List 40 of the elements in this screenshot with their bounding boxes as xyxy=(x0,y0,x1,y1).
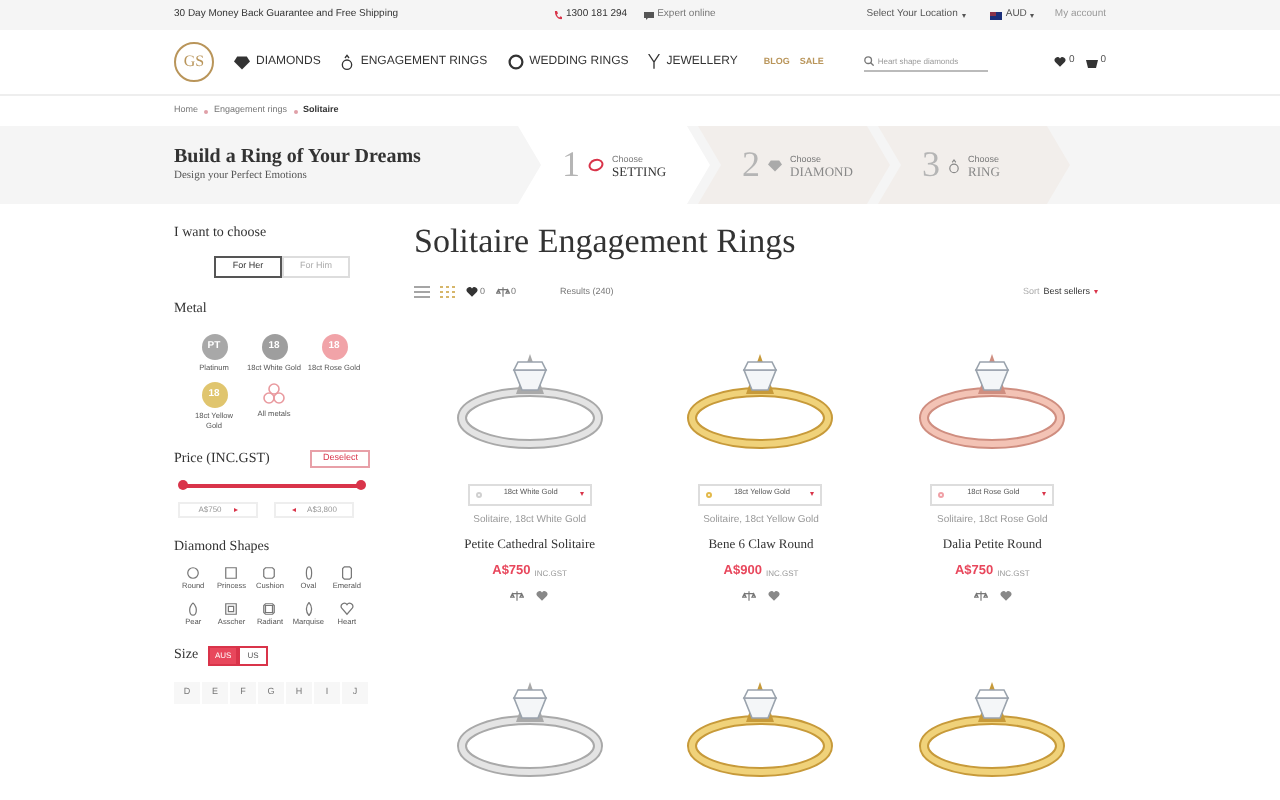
diamond-shape-icon xyxy=(339,566,354,580)
caret-icon xyxy=(1030,13,1035,17)
slider-handle[interactable] xyxy=(356,480,366,490)
diamond-shape-icon xyxy=(301,566,316,580)
flag-icon xyxy=(989,11,1002,19)
diamond-shape-icon xyxy=(186,566,201,580)
chat-icon xyxy=(643,11,654,19)
slider-handle[interactable] xyxy=(178,480,188,490)
basket-icon[interactable] xyxy=(1086,57,1099,67)
list-view-icon[interactable] xyxy=(414,286,430,299)
diamond-shape-icon xyxy=(262,601,277,616)
diamond-shape-icon xyxy=(224,566,239,580)
scale-icon[interactable] xyxy=(495,286,510,299)
ring-icon xyxy=(507,54,524,70)
diamond-shape-icon xyxy=(224,601,239,616)
price-slider[interactable] xyxy=(182,479,362,491)
scale-icon[interactable] xyxy=(973,589,988,602)
diamond-shape-icon xyxy=(301,601,316,616)
banner-title: Build a Ring of Your Dreams xyxy=(174,145,423,168)
ring-icon xyxy=(948,157,960,173)
step-number: 1 xyxy=(562,142,580,188)
diamond-shape-icon xyxy=(186,601,201,616)
ring-icon xyxy=(340,54,355,70)
diamond-shape-icon xyxy=(262,566,277,580)
search-icon xyxy=(863,56,874,66)
caret-icon xyxy=(1094,290,1098,295)
diamond-icon xyxy=(234,55,250,69)
phone-icon xyxy=(554,10,562,20)
diamond-icon xyxy=(768,159,782,171)
caret-icon xyxy=(961,13,966,17)
page-title: Solitaire Engagement Rings xyxy=(414,222,798,262)
step-number: 2 xyxy=(742,142,760,188)
scale-icon[interactable] xyxy=(510,589,525,602)
ring-icon xyxy=(588,158,604,172)
step-number: 3 xyxy=(922,142,940,188)
scale-icon[interactable] xyxy=(741,589,756,602)
diamond-shape-icon xyxy=(339,601,354,616)
heart-icon[interactable] xyxy=(466,286,478,299)
heart-icon[interactable] xyxy=(1054,56,1067,68)
pendant-icon xyxy=(648,54,661,70)
